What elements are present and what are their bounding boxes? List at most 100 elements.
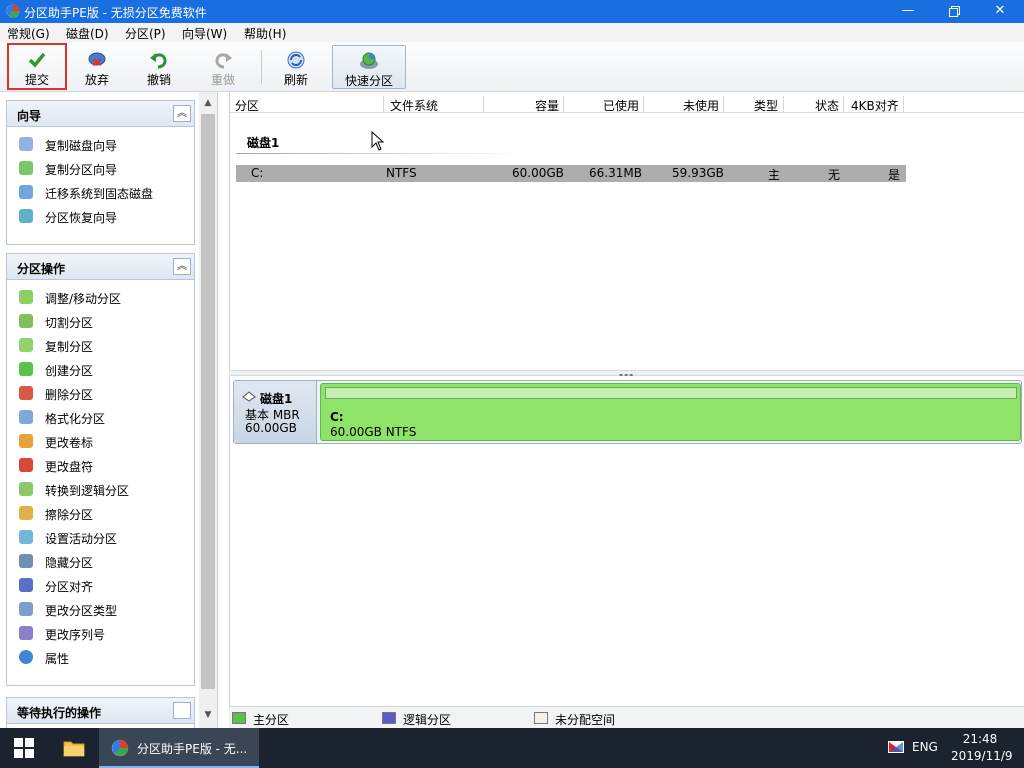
menu-partition[interactable]: 分区(P) [125,25,166,42]
partition-list: 分区 文件系统 容量 已使用 未使用 类型 状态 4KB对齐 磁盘1 C: NT… [229,92,1024,370]
task-copy[interactable]: 复制分区 [7,333,194,357]
split-icon [19,314,33,328]
col-free[interactable]: 未使用 [683,97,719,114]
task-label: 更改序列号 [45,628,106,642]
drive-letter-icon [19,458,33,472]
file-explorer-button[interactable] [50,728,98,768]
cell-status: 无 [828,168,841,182]
column-divider [483,96,484,112]
type-icon [19,602,33,616]
task-wipe[interactable]: 擦除分区 [7,501,194,525]
column-divider [843,96,844,112]
menu-wizard[interactable]: 向导(W) [182,25,227,42]
task-create[interactable]: 创建分区 [7,357,194,381]
scroll-down-icon[interactable]: ▼ [199,706,217,724]
clock-date[interactable]: 2019/11/9 [951,749,1013,763]
task-change-letter[interactable]: 更改盘符 [7,453,194,477]
column-divider [783,96,784,112]
clock-time[interactable]: 21:48 [962,732,998,746]
task-properties[interactable]: 属性 [7,645,194,669]
task-change-serial[interactable]: 更改序列号 [7,621,194,645]
window-title: 分区助手PE版 - 无损分区免费软件 [24,6,207,20]
app-icon [111,739,129,757]
left-task-pane: 向导 ︽ 复制磁盘向导 复制分区向导 迁移系统到固态磁盘 分区恢复向导 分区操作… [0,92,218,728]
legend-label: 主分区 [253,713,290,727]
task-split[interactable]: 切割分区 [7,309,194,333]
serial-icon [19,626,33,640]
task-migrate-os[interactable]: 迁移系统到固态磁盘 [7,180,194,204]
submit-button[interactable]: 提交 [7,43,67,90]
wipe-icon [19,506,33,520]
cell-4k-align: 是 [888,168,901,182]
task-delete[interactable]: 删除分区 [7,381,194,405]
task-convert-logical[interactable]: 转换到逻辑分区 [7,477,194,501]
task-copy-partition[interactable]: 复制分区向导 [7,156,194,180]
task-label: 创建分区 [45,364,94,378]
collapse-icon[interactable]: ︽ [173,258,191,275]
discard-label: 放弃 [84,73,109,87]
task-align[interactable]: 分区对齐 [7,573,194,597]
task-resize-move[interactable]: 调整/移动分区 [7,285,194,309]
column-divider [643,96,644,112]
undo-button[interactable]: 撤销 [131,45,187,89]
task-label: 调整/移动分区 [45,292,122,306]
quick-partition-button[interactable]: 快速分区 [332,45,406,89]
task-partition-recovery[interactable]: 分区恢复向导 [7,204,194,228]
left-scrollbar[interactable]: ▲ ▼ [199,92,217,728]
disk-map-pane: 磁盘1 基本 MBR 60.00GB C: 60.00GB NTFS [229,376,1024,706]
disk-name: 磁盘1 [260,392,293,406]
quick-partition-icon [360,52,378,69]
refresh-button[interactable]: 刷新 [268,45,324,89]
task-hide[interactable]: 隐藏分区 [7,549,194,573]
menu-help[interactable]: 帮助(H) [244,25,286,42]
task-change-type[interactable]: 更改分区类型 [7,597,194,621]
task-format[interactable]: 格式化分区 [7,405,194,429]
col-filesystem[interactable]: 文件系统 [390,97,438,114]
input-language[interactable]: ENG [912,740,938,754]
col-4k-align[interactable]: 4KB对齐 [851,97,899,114]
menu-disk[interactable]: 磁盘(D) [66,25,109,42]
task-set-active[interactable]: 设置活动分区 [7,525,194,549]
taskbar-app-label: 分区助手PE版 - 无... [137,742,248,756]
col-status[interactable]: 状态 [815,97,839,114]
scroll-up-icon[interactable]: ▲ [199,94,217,112]
restore-icon [948,6,960,17]
collapse-icon[interactable] [173,702,191,719]
wizard-group-header: 向导 ︽ [7,101,194,127]
format-icon [19,410,33,424]
discard-button[interactable]: 放弃 [69,45,125,89]
redo-button[interactable]: 重做 [195,45,251,89]
col-partition[interactable]: 分区 [235,97,259,114]
partition-label: C: [330,410,344,424]
table-row[interactable]: C: NTFS 60.00GB 66.31MB 59.93GB 主 无 是 [236,165,906,182]
minimize-button[interactable]: — [885,0,931,23]
menu-bar: 常规(G) 磁盘(D) 分区(P) 向导(W) 帮助(H) [0,23,1024,42]
partition-description: 60.00GB NTFS [330,425,417,439]
col-used[interactable]: 已使用 [603,97,639,114]
start-button[interactable] [0,728,48,768]
task-label: 更改分区类型 [45,604,118,618]
col-type[interactable]: 类型 [754,97,778,114]
taskbar-app-partition-assistant[interactable]: 分区助手PE版 - 无... [99,728,259,768]
active-icon [19,530,33,544]
task-change-label[interactable]: 更改卷标 [7,429,194,453]
close-button[interactable]: ✕ [977,0,1023,23]
display-settings-icon[interactable] [888,741,904,755]
pending-ops-group: 等待执行的操作 [6,697,195,728]
col-capacity[interactable]: 容量 [535,97,559,114]
scroll-thumb[interactable] [201,114,215,689]
task-copy-disk[interactable]: 复制磁盘向导 [7,132,194,156]
task-label: 复制分区向导 [45,163,118,177]
maximize-button[interactable] [931,0,977,23]
column-divider [903,96,904,112]
partition-block-c[interactable]: C: 60.00GB NTFS [320,383,1021,441]
task-label: 擦除分区 [45,508,94,522]
menu-general[interactable]: 常规(G) [7,25,50,42]
info-icon [19,650,33,664]
convert-icon [19,482,33,496]
collapse-icon[interactable]: ︽ [173,105,191,122]
disk-info[interactable]: 磁盘1 基本 MBR 60.00GB [234,381,317,443]
legend-label: 逻辑分区 [403,713,452,727]
disk-map-bar[interactable]: 磁盘1 基本 MBR 60.00GB C: 60.00GB NTFS [233,380,1022,444]
cell-used: 66.31MB [589,166,642,180]
